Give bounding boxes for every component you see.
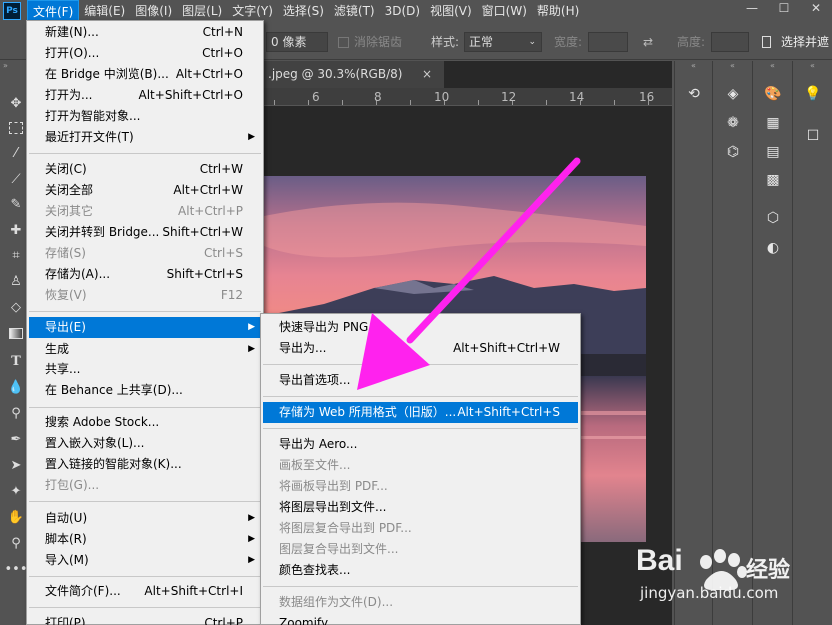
watermark-brand: Bai [636,544,683,577]
baidu-watermark: Bai 经验 jingyan.baidu.com [636,534,826,624]
annotation-arrow [357,157,581,390]
watermark-brand-cn: 经验 [746,558,791,583]
watermark-url: jingyan.baidu.com [640,584,779,602]
